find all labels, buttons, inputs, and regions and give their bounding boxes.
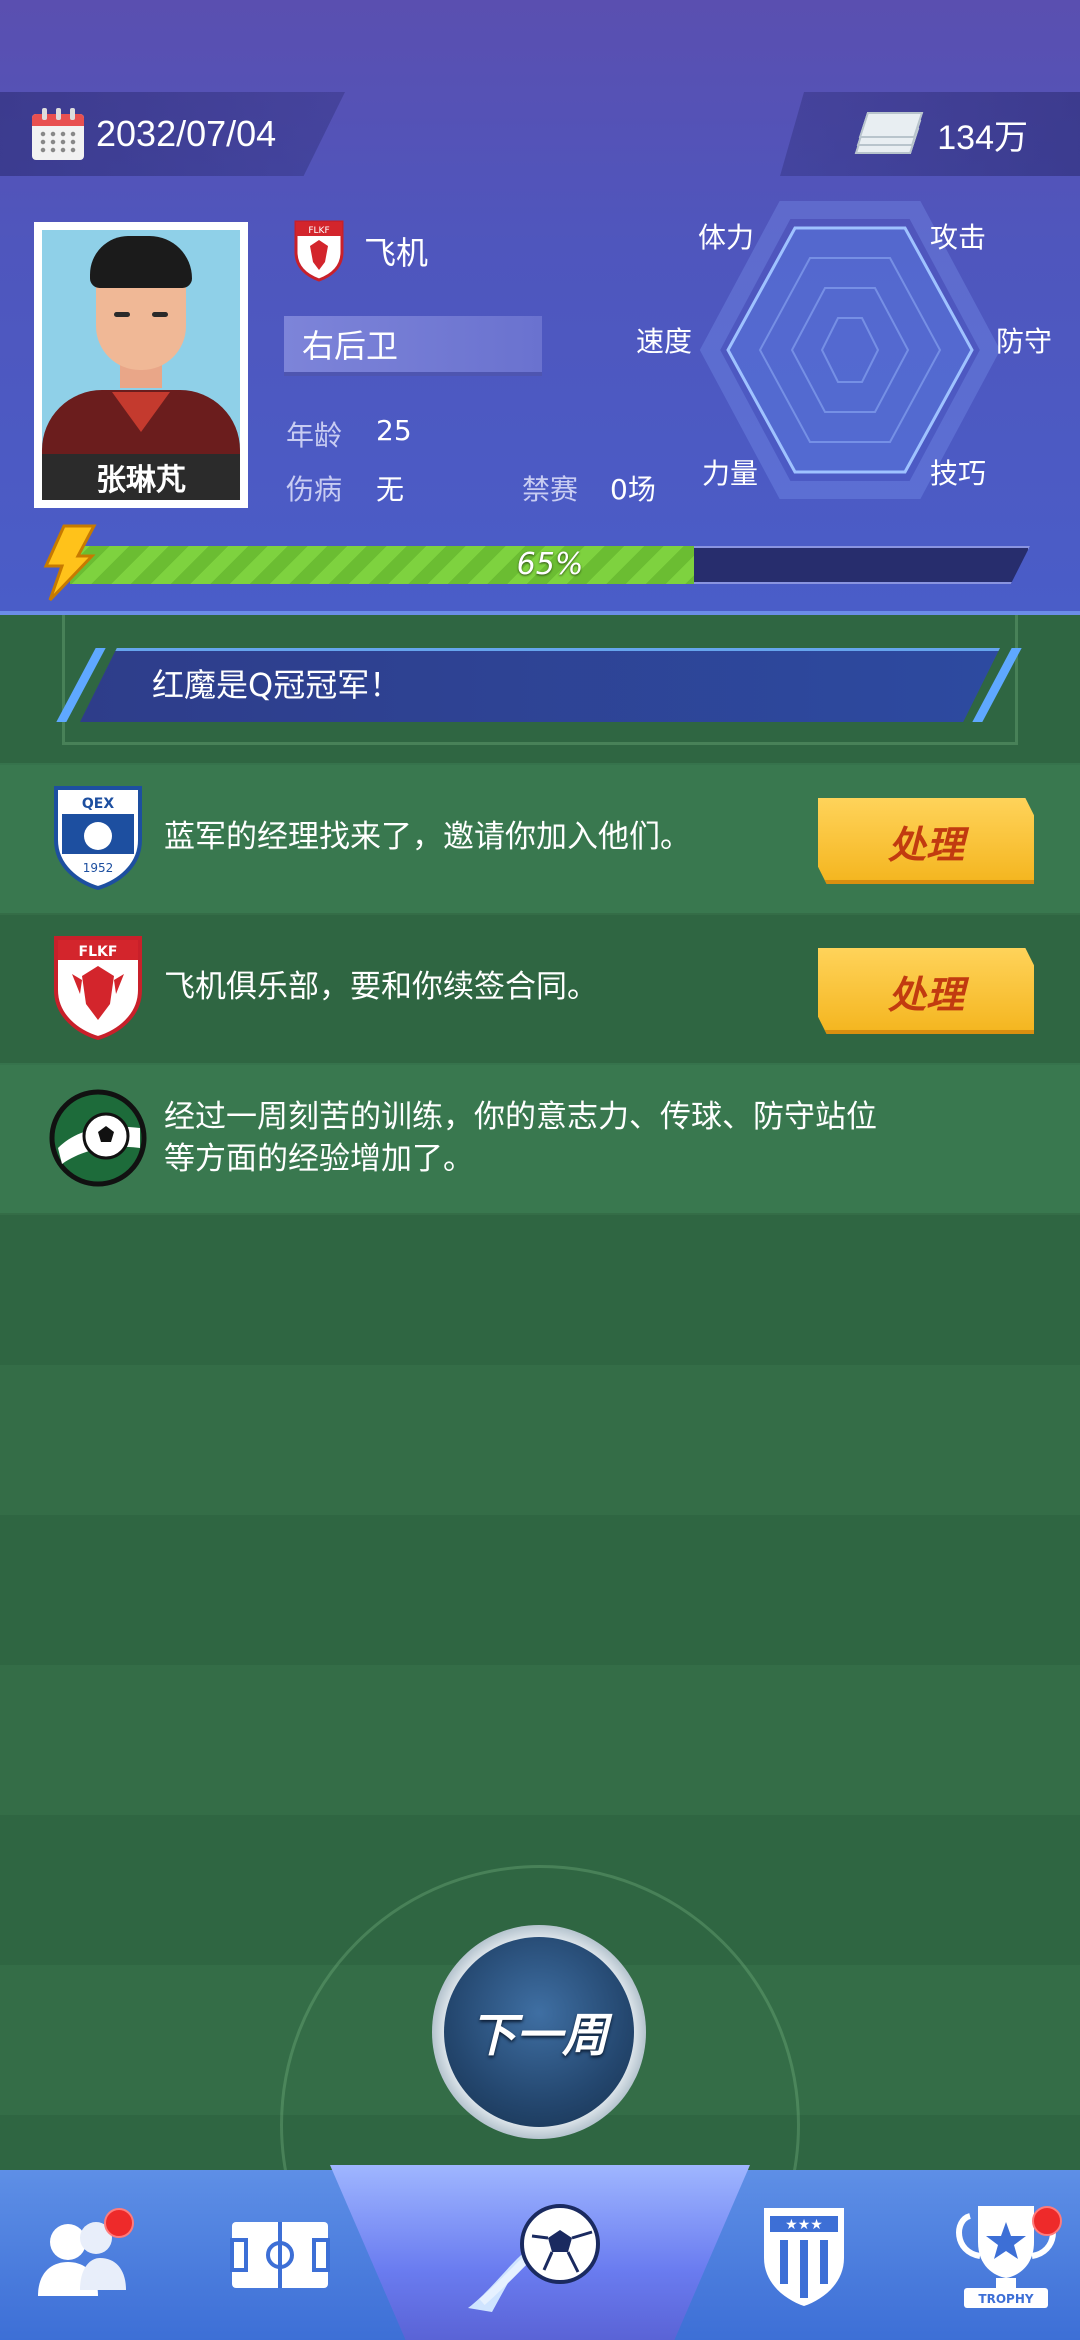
handle-renew-button[interactable]: 处理 — [818, 948, 1034, 1034]
nav-match-icon[interactable] — [462, 2190, 612, 2320]
flkf-badge-icon: FLKF — [294, 220, 344, 282]
top-status-bar: 2032/07/04 134万 — [0, 92, 1080, 176]
svg-text:1952: 1952 — [83, 861, 114, 875]
lightning-icon — [43, 524, 97, 602]
svg-text:FLKF: FLKF — [79, 944, 118, 960]
ban-label: 禁赛 — [522, 473, 579, 506]
club-name: 飞机 — [364, 234, 429, 272]
radar-label-strength: 力量 — [702, 457, 759, 490]
age-value: 25 — [376, 414, 412, 447]
svg-text:FLKF: FLKF — [308, 226, 329, 236]
injury-value: 无 — [376, 473, 405, 506]
player-position: 右后卫 — [284, 316, 542, 376]
flkf-club-badge-icon: FLKF — [54, 936, 142, 1040]
money-amount: 134万 — [937, 118, 1028, 157]
soccer-ball-icon — [49, 1089, 147, 1187]
next-week-label: 下一周 — [444, 1937, 634, 2127]
player-avatar[interactable]: 张琳芃 — [34, 222, 248, 508]
news-headline: 红魔是Q冠冠军！ — [152, 666, 402, 704]
trophy-notification-dot — [1032, 2206, 1062, 2236]
radar-label-stamina: 体力 — [698, 221, 755, 254]
money-display: 134万 — [780, 92, 1080, 176]
svg-text:TROPHY: TROPHY — [978, 2292, 1033, 2306]
injury-label: 伤病 — [286, 473, 343, 506]
news-text-training-line1: 经过一周刻苦的训练，你的意志力、传球、防守站位 — [164, 1099, 877, 1135]
nav-tactics-icon[interactable] — [228, 2218, 332, 2292]
svg-text:★★★: ★★★ — [785, 2217, 823, 2233]
radar-label-skill: 技巧 — [930, 457, 987, 490]
energy-percent: 65% — [516, 547, 584, 582]
player-header: 2032/07/04 134万 张琳芃 FLKF 飞机 右后卫 年龄 25 伤病… — [0, 0, 1080, 615]
players-notification-dot — [104, 2208, 134, 2238]
date-display: 2032/07/04 — [0, 92, 345, 176]
news-text-renew: 飞机俱乐部，要和你续签合同。 — [164, 969, 598, 1005]
age-label: 年龄 — [286, 419, 343, 452]
calendar-icon — [30, 106, 88, 162]
qex-club-badge-icon: QEX 1952 — [54, 786, 142, 890]
news-text-invite: 蓝军的经理找来了，邀请你加入他们。 — [164, 819, 691, 855]
energy-bar: 65% — [70, 546, 1030, 584]
next-week-button[interactable]: 下一周 — [432, 1925, 646, 2139]
handle-invite-button[interactable]: 处理 — [818, 798, 1034, 884]
radar-label-attack: 攻击 — [930, 221, 987, 254]
player-name: 张琳芃 — [42, 454, 240, 500]
radar-label-speed: 速度 — [636, 325, 693, 358]
ban-value: 0场 — [610, 473, 656, 506]
radar-label-defense: 防守 — [996, 325, 1053, 358]
svg-text:QEX: QEX — [82, 796, 114, 812]
current-date: 2032/07/04 — [96, 113, 277, 154]
nav-club-icon[interactable]: ★★★ — [760, 2204, 848, 2308]
news-item — [0, 1063, 1080, 1213]
cash-icon — [855, 112, 924, 156]
news-text-training-line2: 等方面的经验增加了。 — [164, 1141, 474, 1177]
